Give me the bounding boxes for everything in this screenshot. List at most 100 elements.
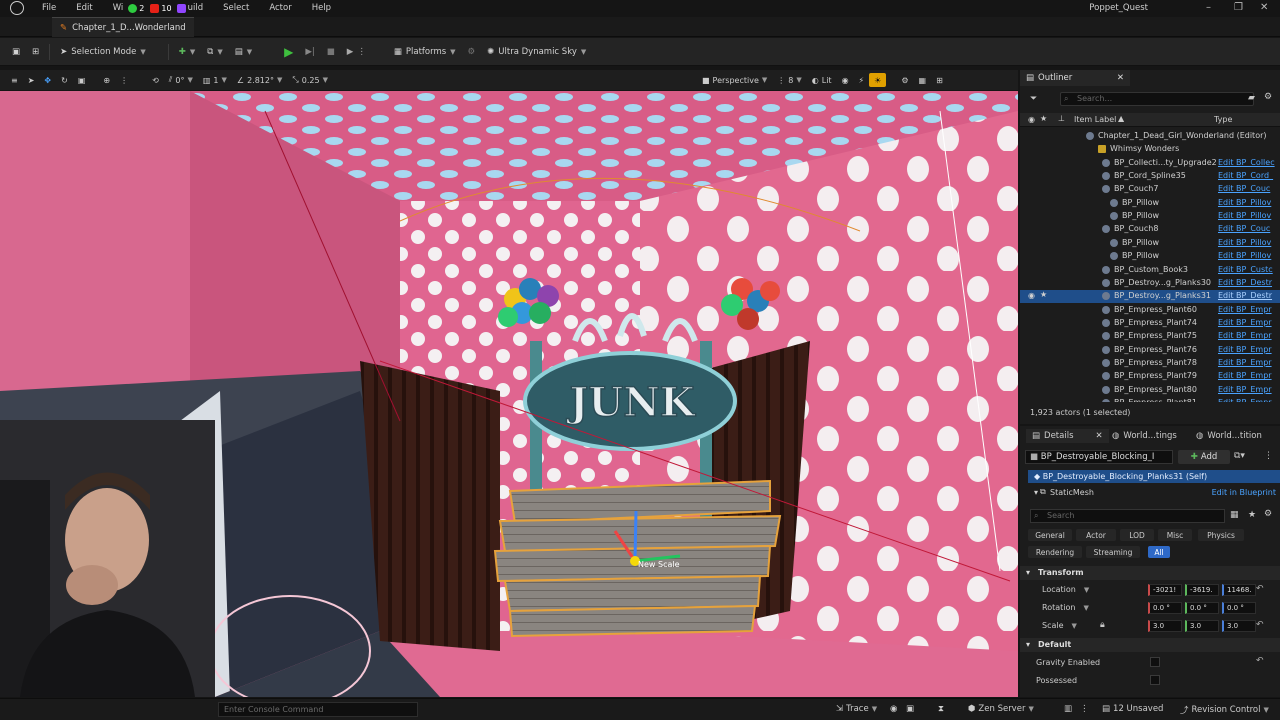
location-z-field[interactable]: 11468.: [1222, 584, 1256, 596]
fov-dropdown[interactable]: ⋮ 8 ▼: [772, 76, 806, 85]
world-local-icon[interactable]: ⊕: [98, 76, 115, 85]
menu-file[interactable]: File: [32, 3, 66, 13]
game-view-icon[interactable]: ☀: [869, 73, 887, 87]
settings-gear-icon[interactable]: ⚙: [896, 76, 913, 85]
blueprint-button[interactable]: ⧉ ▼: [201, 41, 228, 63]
stats-icon[interactable]: ▥: [1064, 704, 1072, 714]
rotation-snap-button[interactable]: ∠ 2.812° ▼: [232, 76, 287, 85]
outliner-search-input[interactable]: ⌕ Search...: [1060, 92, 1254, 106]
scale-snap-button[interactable]: ⤡ 0.25 ▼: [287, 75, 333, 85]
filter-lod[interactable]: LOD: [1120, 529, 1154, 541]
surface-snap-icon[interactable]: ⟲: [147, 76, 164, 85]
default-section-header[interactable]: ▾ Default: [1020, 638, 1280, 652]
menu-help[interactable]: Help: [302, 3, 341, 13]
blueprint-icon[interactable]: ⧉▾: [1234, 451, 1245, 461]
more-options-icon[interactable]: ⋮: [1264, 451, 1273, 461]
stop-button[interactable]: ■: [321, 41, 341, 63]
ultra-dynamic-sky-dropdown[interactable]: ✺ Ultra Dynamic Sky ▼: [481, 41, 592, 63]
minimize-icon[interactable]: –: [1206, 2, 1211, 13]
show-flags-icon[interactable]: ◉: [837, 76, 854, 85]
type-column[interactable]: Type: [1214, 115, 1232, 124]
close-tab-icon[interactable]: ✕: [1117, 73, 1124, 83]
grid-size-button[interactable]: ▥ 1 ▼: [198, 76, 232, 85]
outliner-row[interactable]: Chapter_1_Dead_Girl_Wonderland (Editor): [1020, 130, 1280, 143]
filter-icon[interactable]: ⏷: [1030, 94, 1037, 104]
menu-actor[interactable]: Actor: [259, 3, 301, 13]
platforms-dropdown[interactable]: ▦ Platforms ▼: [388, 41, 462, 63]
screenshot-icon[interactable]: ▣: [906, 704, 914, 714]
location-x-field[interactable]: -3021!: [1148, 584, 1182, 596]
item-label-column[interactable]: Item Label: [1074, 115, 1116, 124]
save-icon[interactable]: ▣: [6, 41, 26, 63]
settings-gear-icon[interactable]: ⚙: [1264, 92, 1272, 102]
tab-world-partition[interactable]: ◍ World...tition: [1196, 429, 1262, 443]
outliner-row[interactable]: BP_Couch8 Edit BP_Couc: [1020, 223, 1280, 236]
perspective-dropdown[interactable]: ■ Perspective ▼: [697, 76, 772, 85]
outliner-row-type-link[interactable]: Edit BP_Destr: [1218, 278, 1278, 287]
table-view-icon[interactable]: ▦: [1230, 510, 1239, 520]
outliner-row[interactable]: Whimsy Wonders: [1020, 143, 1280, 156]
settings-gear-icon[interactable]: ⚙: [1264, 509, 1272, 519]
outliner-row-type-link[interactable]: Edit BP_Empr: [1218, 305, 1278, 314]
outliner-row[interactable]: BP_Custom_Book3 Edit BP_Custc: [1020, 264, 1280, 277]
add-component-button[interactable]: ✚ Add: [1178, 450, 1230, 464]
outliner-row[interactable]: BP_Couch7 Edit BP_Couc: [1020, 183, 1280, 196]
folder-add-icon[interactable]: ▰: [1248, 93, 1255, 103]
possessed-checkbox[interactable]: [1150, 675, 1160, 685]
record-icon[interactable]: ◉: [890, 704, 897, 714]
outliner-row-type-link[interactable]: Edit BP_Empr: [1218, 345, 1278, 354]
scale-y-field[interactable]: 3.0: [1185, 620, 1219, 632]
rotate-tool-icon[interactable]: ↻: [56, 76, 73, 85]
outliner-row[interactable]: BP_Pillow Edit BP_Pillov: [1020, 197, 1280, 210]
transform-section-header[interactable]: ▾ Transform: [1020, 566, 1280, 580]
outliner-row[interactable]: BP_Pillow Edit BP_Pillov: [1020, 250, 1280, 263]
outliner-row-type-link[interactable]: Edit BP_Couc: [1218, 224, 1278, 233]
outliner-row-type-link[interactable]: Edit BP_Empr: [1218, 318, 1278, 327]
actor-name-field[interactable]: ■ BP_Destroyable_Blocking_I: [1025, 450, 1173, 464]
outliner-row-type-link[interactable]: Edit BP_Custc: [1218, 265, 1278, 274]
unreal-logo-icon[interactable]: [10, 1, 24, 15]
outliner-row[interactable]: BP_Empress_Plant80 Edit BP_Empr: [1020, 384, 1280, 397]
scale-tool-icon[interactable]: ▣: [73, 76, 91, 85]
close-window-icon[interactable]: ✕: [1260, 2, 1268, 13]
more-options-icon[interactable]: ⋮: [115, 76, 133, 85]
outliner-row-type-link[interactable]: Edit BP_Pillov: [1218, 251, 1278, 260]
close-tab-icon[interactable]: ✕: [1096, 431, 1103, 441]
outliner-row-type-link[interactable]: Edit BP_Collec: [1218, 158, 1278, 167]
outliner-row-type-link[interactable]: Edit BP_Pillov: [1218, 211, 1278, 220]
reset-arrow-icon[interactable]: ↶: [1256, 584, 1264, 594]
maximize-viewport-icon[interactable]: ⊞: [931, 76, 948, 85]
menu-edit[interactable]: Edit: [66, 3, 102, 13]
lit-dropdown[interactable]: ◐ Lit: [807, 76, 837, 85]
outliner-row-type-link[interactable]: Edit BP_Pillov: [1218, 238, 1278, 247]
scale-x-field[interactable]: 3.0: [1148, 620, 1182, 632]
filter-rendering[interactable]: Rendering: [1028, 546, 1082, 558]
outliner-row-type-link[interactable]: Edit BP_Pillov: [1218, 198, 1278, 207]
outliner-row[interactable]: ◉ ★ BP_Destroy...g_Planks31 Edit BP_Destr: [1020, 290, 1280, 304]
outliner-row-type-link[interactable]: Edit BP_Empr: [1218, 331, 1278, 340]
outliner-row[interactable]: BP_Empress_Plant81 Edit BP_Empr: [1020, 397, 1280, 402]
derived-data-icon[interactable]: ⧗: [938, 704, 944, 714]
level-viewport[interactable]: JUNK New Scale: [0, 91, 1018, 697]
location-y-field[interactable]: -3619.: [1185, 584, 1219, 596]
static-mesh-row[interactable]: ▾ ⧉ StaticMesh Edit in Blueprint: [1028, 486, 1280, 499]
visibility-eye-icon[interactable]: ◉: [1028, 291, 1035, 300]
tab-world-settings[interactable]: ◍ World...tings: [1112, 429, 1177, 443]
outliner-row[interactable]: BP_Empress_Plant78 Edit BP_Empr: [1020, 357, 1280, 370]
menu-select[interactable]: Select: [213, 3, 259, 13]
grid-snap-button[interactable]: ⫽ 0° ▼: [164, 75, 198, 85]
outliner-row[interactable]: BP_Empress_Plant75 Edit BP_Empr: [1020, 330, 1280, 343]
rotation-label[interactable]: Rotation ▼: [1042, 603, 1089, 612]
outliner-row[interactable]: BP_Pillow Edit BP_Pillov: [1020, 237, 1280, 250]
rotation-z-field[interactable]: 0.0 °: [1222, 602, 1256, 614]
location-label[interactable]: Location ▼: [1042, 585, 1089, 594]
self-component-row[interactable]: ◆ BP_Destroyable_Blocking_Planks31 (Self…: [1028, 470, 1280, 483]
favorite-icon[interactable]: ★: [1248, 510, 1256, 520]
menu-window[interactable]: Wi: [103, 3, 126, 13]
trace-dropdown[interactable]: ⇲ Trace ▼: [836, 704, 877, 714]
add-actor-button[interactable]: ✚ ▼: [173, 41, 202, 63]
filter-streaming[interactable]: Streaming: [1086, 546, 1140, 558]
reset-arrow-icon[interactable]: ↶: [1256, 620, 1264, 630]
outliner-row[interactable]: BP_Empress_Plant74 Edit BP_Empr: [1020, 317, 1280, 330]
tab-details[interactable]: ▤ Details ✕: [1026, 429, 1109, 443]
